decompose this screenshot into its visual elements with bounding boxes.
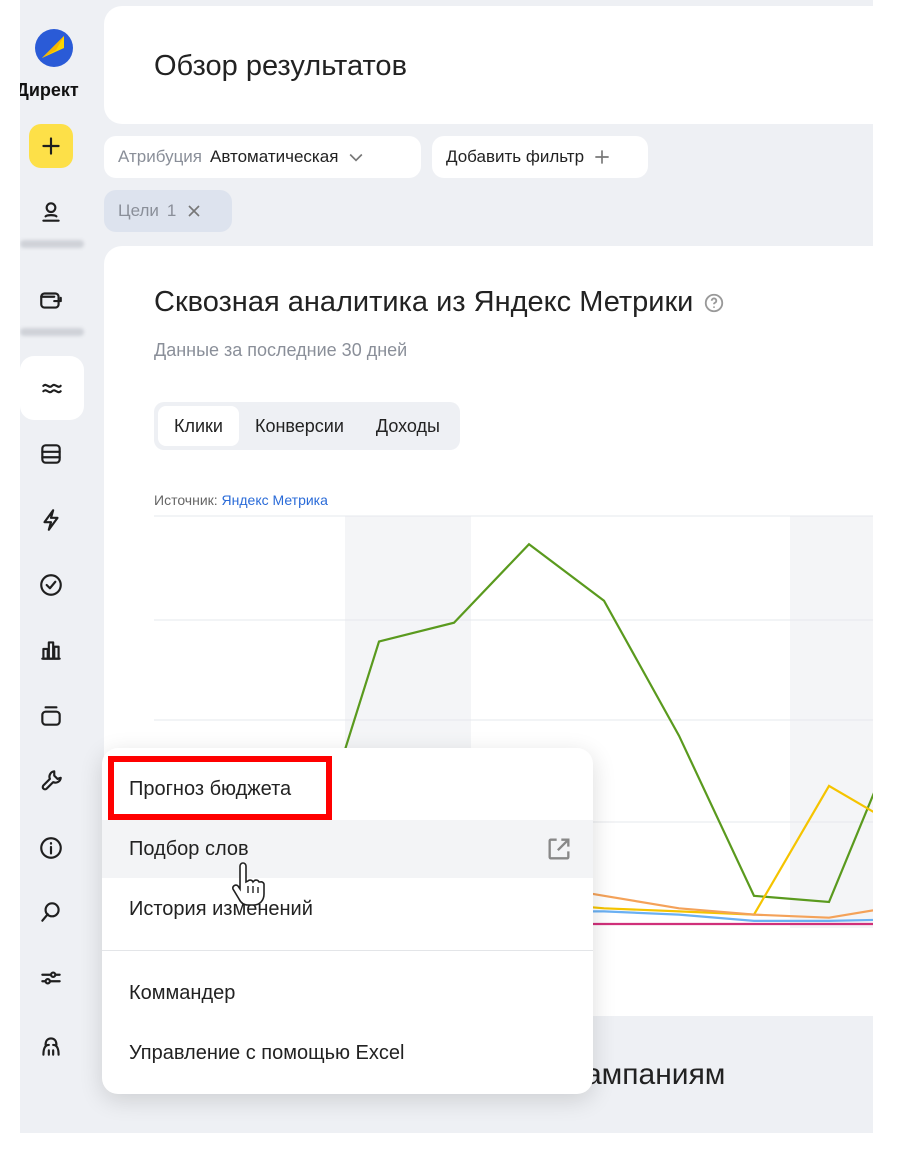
- keyword-planner-label: Подбор слов: [129, 837, 249, 860]
- wallet-button[interactable]: [29, 278, 73, 322]
- user-icon: [42, 202, 60, 222]
- library-button[interactable]: [29, 694, 73, 738]
- tab-conversions[interactable]: Конверсии: [239, 406, 360, 446]
- analytics-icon: [42, 383, 62, 394]
- info-icon: [40, 837, 62, 859]
- sidebar: Директ: [20, 0, 106, 1133]
- support-button[interactable]: [29, 1024, 73, 1068]
- info-button[interactable]: [29, 826, 73, 870]
- wallet-icon: [40, 292, 62, 309]
- page-title: Обзор результатов: [154, 50, 407, 82]
- menu-item-keyword-planner[interactable]: Подбор слов: [102, 820, 593, 878]
- reports-icon: [41, 641, 61, 660]
- hand-cursor-icon: [232, 862, 265, 906]
- source-link[interactable]: Яндекс Метрика: [222, 492, 328, 508]
- goals-count: 1: [166, 201, 177, 220]
- plus-icon: [42, 137, 60, 155]
- external-link-icon: [548, 838, 570, 860]
- metric-tabs: Клики Конверсии Доходы: [154, 402, 460, 450]
- menu-divider: [102, 950, 593, 951]
- direct-logo-icon[interactable]: [34, 28, 74, 68]
- goals-button[interactable]: [29, 563, 73, 607]
- menu-item-change-history[interactable]: История изменений: [102, 880, 593, 938]
- attribution-select[interactable]: Атрибуция Автоматическая: [104, 136, 421, 178]
- attribution-label: Атрибуция: [118, 147, 203, 166]
- source-line: Источник: Яндекс Метрика: [154, 492, 328, 508]
- analytics-title-text: Сквозная аналитика из Яндекс Метрики: [154, 286, 694, 318]
- weekend-band: [790, 516, 873, 928]
- lightning-icon: [43, 509, 59, 531]
- create-button[interactable]: [29, 124, 73, 168]
- campaigns-button[interactable]: [29, 432, 73, 476]
- app-frame: Директ Обзор результатов Атрибуция Автом…: [20, 0, 873, 1133]
- menu-item-commander[interactable]: Коммандер: [102, 964, 593, 1022]
- goals-label: Цели: [118, 201, 159, 220]
- profile-button[interactable]: [29, 190, 73, 234]
- source-label: Источник:: [154, 492, 218, 508]
- tools-menu: Прогноз бюджета Подбор слов История изме…: [102, 748, 593, 1094]
- campaigns-section-title: ампаниям: [585, 1058, 726, 1091]
- tab-clicks[interactable]: Клики: [158, 406, 239, 446]
- attribution-value: Автоматическая: [210, 147, 339, 166]
- chevron-down-icon: [349, 153, 363, 162]
- settings-button[interactable]: [29, 956, 73, 1000]
- question-icon[interactable]: [703, 292, 725, 314]
- tools-button[interactable]: [29, 758, 73, 802]
- analytics-title: Сквозная аналитика из Яндекс Метрики: [154, 286, 725, 319]
- tab-revenue[interactable]: Доходы: [360, 406, 456, 446]
- blurred-account-name: [20, 240, 84, 248]
- blurred-balance: [20, 328, 84, 336]
- campaigns-icon: [41, 444, 61, 464]
- search-icon: [41, 902, 60, 922]
- check-circle-icon: [40, 574, 62, 596]
- help-icon: [42, 1037, 60, 1056]
- library-icon: [41, 706, 61, 726]
- search-button[interactable]: [29, 890, 73, 934]
- analytics-subtitle: Данные за последние 30 дней: [154, 340, 408, 360]
- wrench-icon: [41, 770, 62, 791]
- reports-button[interactable]: [29, 628, 73, 672]
- header-card: Обзор результатов: [104, 6, 873, 124]
- close-icon[interactable]: [184, 201, 204, 221]
- add-filter-label: Добавить фильтр: [446, 147, 585, 166]
- analytics-button[interactable]: [20, 356, 84, 420]
- settings-sliders-icon: [41, 971, 61, 985]
- automation-button[interactable]: [29, 498, 73, 542]
- annotation-highlight: [108, 756, 332, 820]
- menu-item-excel-management[interactable]: Управление с помощью Excel: [102, 1024, 593, 1082]
- plus-icon: [595, 150, 609, 164]
- logo-text: Директ: [20, 80, 79, 100]
- add-filter-button[interactable]: Добавить фильтр: [432, 136, 648, 178]
- goals-filter-chip[interactable]: Цели 1: [104, 190, 232, 232]
